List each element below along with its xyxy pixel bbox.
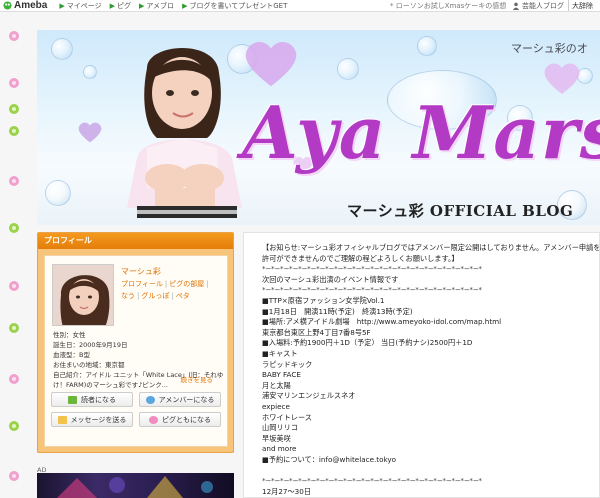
bubble-decoration [337,58,359,80]
ameba-leaf-icon [3,1,12,10]
entry-line: 月と太陽 [262,380,291,390]
flower-green-icon [9,104,19,114]
nav-pigg-label: ピグ [117,1,132,10]
divider-line: *−*−*−*−*−*−*−*−*−*−*−*−*−*−*−*−*−*−*−*−… [262,285,482,295]
banner-blog-label: マーシュ彩 OFFICIAL BLOG [347,202,574,220]
chevron-right-icon: ▶ [139,1,145,10]
search-box[interactable]: 大辞除 [568,0,600,11]
become-reader-button[interactable]: 読者になる [51,392,133,407]
celebrity-blog-label: 芸能人ブログ [522,1,564,10]
flower-green-icon [9,223,19,233]
ad-artwork [57,476,213,498]
celebrity-blog-link[interactable]: 芸能人ブログ [512,1,564,11]
profile-header: プロフィール [38,233,233,249]
profile-fact: お住まいの地域：東京都 [53,361,125,369]
profile-body: マーシュ彩 プロフィール | ピグの部屋 | なう | グルっぽ | ペタ 性別：女性 誕生日… [44,255,228,447]
entry-line: ラピッドキック [262,359,313,369]
group-link[interactable]: グルっぽ [141,292,169,300]
bubble-decoration [45,180,71,206]
nav-pigg[interactable]: ▶ ピグ [110,1,131,11]
send-message-label: メッセージを送る [70,415,127,424]
profile-link[interactable]: プロフィール [121,280,163,288]
profile-links: プロフィール | ピグの部屋 | なう | グルっぽ | ペタ [121,280,209,300]
person-icon [512,2,520,10]
entry-line: 東京都台東区上野4丁目7番8号5F [262,327,371,337]
venue-link[interactable]: ■場所:アメ横アイドル劇場 http://www.ameyoko-idol.co… [262,317,599,328]
news-ticker[interactable]: * ローソンお試しXmasケーキの感想 [390,1,506,11]
now-link[interactable]: なう [121,292,135,300]
bubble-decoration [51,38,73,60]
flower-green-icon [9,323,19,333]
profile-name[interactable]: マーシュ彩 [121,266,161,277]
become-amember-button[interactable]: アメンバーになる [139,392,221,407]
read-more-link[interactable]: 続きを見る [181,374,214,384]
nav-present[interactable]: ▶ ブログを書いてプレゼントGET [182,1,287,11]
flower-pink-icon [9,176,19,186]
avatar-photo [53,265,113,325]
entry-line: 次回のマーシュ彩出演のイベント情報です [262,274,399,284]
entry-line: ホワイトレース [262,412,312,422]
entry-line: 浦安マリンエンジェルスネオ [262,391,356,401]
notice-line: 【お知らせ:マーシュ彩オフィシャルブログではアメンバー限定公開はしておりません。… [262,243,600,252]
profile-fact: 性別：女性 [53,331,86,339]
profile-fact: 血液型：B型 [53,351,90,359]
avatar[interactable] [52,264,114,326]
profile-widget: プロフィール マーシュ彩 プロフィール | ピグの部屋 | なう | グルっぽ | ペタ 性別… [37,232,234,453]
pigg-icon [149,415,158,424]
become-amember-label: アメンバーになる [158,395,215,404]
peta-link[interactable]: ペタ [176,292,190,300]
ameba-logo-text: Ameba [14,0,48,11]
reservation-email-link[interactable]: ■予約について：info@whitelace.tokyo [262,455,599,466]
ameba-logo[interactable]: Ameba [0,0,51,11]
bubble-decoration [417,36,437,56]
entry-line: expiece [262,401,290,411]
profile-photo-illustration [127,48,242,218]
divider-line: *−*−*−*−*−*−*−*−*−*−*−*−*−*−*−*−*−*−*−*−… [262,476,482,486]
nav-present-label: ブログを書いてプレゼントGET [189,1,288,10]
profile-fact: 誕生日：2000年9月19日 [53,341,128,349]
flower-green-icon [9,126,19,136]
blog-header-banner[interactable]: マーシュ彩のオ Aya Marsh マーシュ彩 OFFICIAL BLOG [37,30,600,225]
flower-pink-icon [9,374,19,384]
ad-banner[interactable] [37,473,234,498]
entry-line: ■キャスト [262,348,298,358]
entry-line: ■1月18日 開演11時(予定) 終演13時(予定) [262,306,413,316]
entry-line: ■TTP×原宿ファッション女学院Vol.1 [262,295,385,305]
nav-mypage[interactable]: ▶ マイページ [59,1,101,11]
chevron-right-icon: ▶ [182,1,188,10]
pigg-friend-label: ピグともになる [162,415,211,424]
chevron-right-icon: ▶ [109,1,116,10]
nav-mypage-label: マイページ [66,1,102,10]
flower-pink-icon [9,471,19,481]
divider-line: *−*−*−*−*−*−*−*−*−*−*−*−*−*−*−*−*−*−*−*−… [262,264,482,274]
entry-line: and more [262,444,297,454]
entry-line: 山岡リリコ [262,423,298,433]
bubble-decoration [83,65,97,79]
entry-line: 早坂美咲 [262,433,291,443]
reader-icon [68,395,77,404]
nav-ameblo-label: アメブロ [146,1,175,10]
entry-line: ■入場料:予約1900円＋1D（予定） 当日(予約ナシ)2500円＋1D [262,338,473,348]
blog-entry: 【お知らせ:マーシュ彩オフィシャルブログではアメンバー限定公開はしておりません。… [243,232,600,498]
entry-line: 12月27〜30日 [262,486,312,496]
amember-icon [145,395,155,404]
envelope-icon [57,415,67,424]
send-message-button[interactable]: メッセージを送る [51,412,133,427]
flower-pink-icon [9,31,19,41]
flower-pink-icon [9,281,19,291]
chevron-right-icon: ▶ [59,1,65,10]
become-reader-label: 読者になる [81,395,116,404]
notice-line: 許可ができませんのでご理解の程どよろしくお願いします。】 [262,253,459,263]
global-header: Ameba ▶ マイページ ▶ ピグ ▶ アメブロ ▶ ブログを書いてプレゼントGET … [0,0,600,12]
banner-subtitle: マーシュ彩のオ [511,42,588,55]
entry-line [262,465,599,476]
entry-line: BABY FACE [262,370,301,380]
heart-decoration-icon [78,122,102,143]
nav-ameblo[interactable]: ▶ アメブロ [139,1,174,11]
flower-pink-icon [9,78,19,88]
flower-green-icon [9,421,19,431]
pigg-friend-button[interactable]: ピグともになる [139,412,221,427]
pigg-room-link[interactable]: ピグの部屋 [169,280,204,288]
banner-title: Aya Marsh [242,90,600,175]
